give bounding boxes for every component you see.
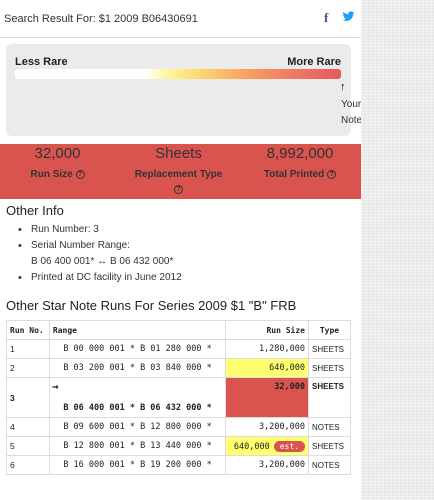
run-size-value: 32,000 [34, 145, 81, 162]
total-printed-stat: 8,992,000 Total Printed ? [242, 144, 358, 182]
table-row[interactable]: 4 B 09 600 001 * B 12 800 000 * 3,200,00… [6, 417, 351, 437]
your-note-arrow-icon: ↑ [340, 81, 346, 93]
type-cell: SHEETS [308, 339, 351, 359]
table-row[interactable]: 6 B 16 000 001 * B 19 200 000 * 3,200,00… [6, 455, 351, 475]
header-divider [0, 37, 361, 38]
facebook-icon[interactable]: f [324, 10, 328, 26]
current-run-arrow-icon: → [51, 380, 59, 393]
range-cell: → B 06 400 001 * B 06 432 000 * [48, 377, 227, 418]
run-size-cell: 640,000 est. [225, 436, 309, 456]
total-printed-label: Total Printed ? [242, 167, 358, 182]
run-size-label: Run Size ? [0, 167, 115, 182]
run-number-cell: 5 [6, 436, 50, 456]
range-cell: B 03 200 001 * B 03 840 000 * [48, 358, 227, 378]
run-number-item: Run Number: 3 [18, 222, 182, 238]
more-rare-label: More Rare [287, 56, 341, 68]
estimate-badge: est. [273, 440, 305, 452]
serial-range-value: B 06 400 001* ↔ B 06 432 000* [31, 256, 174, 267]
rarity-gradient-bar [15, 69, 341, 79]
less-rare-label: Less Rare [15, 56, 68, 68]
other-info-list: Run Number: 3 Serial Number Range: B 06 … [18, 222, 182, 286]
twitter-icon[interactable] [342, 10, 355, 23]
result-header: Search Result For: $1 2009 B06430691 f [0, 0, 361, 38]
type-cell: SHEETS [308, 436, 351, 456]
table-row[interactable]: 2 B 03 200 001 * B 03 840 000 * 640,000 … [6, 358, 351, 378]
search-result-title: Search Result For: $1 2009 B06430691 [4, 13, 198, 25]
column-header-type[interactable]: Type [308, 320, 351, 340]
run-size-stat: 32,000 Run Size ? [0, 144, 115, 182]
range-cell: B 16 000 001 * B 19 200 000 * [48, 455, 227, 475]
replacement-type-stat: Sheets Replacement Type ? [115, 144, 242, 197]
run-number-cell: 4 [6, 417, 50, 437]
type-cell: NOTES [308, 417, 351, 437]
help-icon[interactable]: ? [327, 169, 337, 179]
run-size-cell: 3,200,000 [225, 455, 309, 475]
range-cell: B 09 600 001 * B 12 800 000 * [48, 417, 227, 437]
other-runs-heading: Other Star Note Runs For Series 2009 $1 … [6, 298, 297, 313]
run-number-cell: 6 [6, 455, 50, 475]
type-cell: NOTES [308, 455, 351, 475]
run-number-cell: 2 [6, 358, 50, 378]
table-row[interactable]: 1 B 00 000 001 * B 01 280 000 * 1,280,00… [6, 339, 351, 359]
type-cell: SHEETS [308, 377, 351, 418]
help-icon[interactable]: ? [174, 184, 183, 194]
table-row[interactable]: 5 B 12 800 001 * B 13 440 000 * 640,000 e… [6, 436, 351, 456]
search-result-panel: Search Result For: $1 2009 B06430691 f L… [0, 0, 361, 500]
printed-at-item: Printed at DC facility in June 2012 [18, 270, 182, 286]
total-printed-value: 8,992,000 [266, 145, 334, 162]
range-cell: B 00 000 001 * B 01 280 000 * [48, 339, 227, 359]
your-note-label: Your Note [341, 99, 361, 126]
run-size-cell: 640,000 [225, 358, 309, 378]
serial-range-item: Serial Number Range: B 06 400 001* ↔ B 0… [18, 238, 182, 270]
run-size-cell: 32,000 [225, 377, 309, 418]
replacement-type-value: Sheets [155, 145, 202, 162]
run-size-cell: 1,280,000 [225, 339, 309, 359]
type-cell: SHEETS [308, 358, 351, 378]
column-header-run-size[interactable]: Run Size [225, 320, 309, 340]
table-row-current[interactable]: 3 → B 06 400 001 * B 06 432 000 * 32,000… [6, 377, 351, 418]
other-info-heading: Other Info [6, 203, 64, 218]
replacement-type-label: Replacement Type ? [134, 169, 223, 194]
column-header-run-no[interactable]: Run No. [6, 320, 50, 340]
star-note-runs-table: Run No. Range Run Size Type 1 B 00 000 0… [6, 320, 351, 475]
table-header-row: Run No. Range Run Size Type [6, 320, 351, 340]
column-header-range[interactable]: Range [48, 320, 227, 340]
stats-band: 32,000 Run Size ? Sheets Replacement Typ… [0, 144, 361, 199]
run-size-cell: 3,200,000 [225, 417, 309, 437]
range-cell: B 12 800 001 * B 13 440 000 * [48, 436, 227, 456]
run-number-cell: 3 [6, 377, 50, 418]
run-number-cell: 1 [6, 339, 50, 359]
help-icon[interactable]: ? [75, 169, 85, 179]
rarity-scale: Less Rare More Rare [6, 44, 351, 136]
